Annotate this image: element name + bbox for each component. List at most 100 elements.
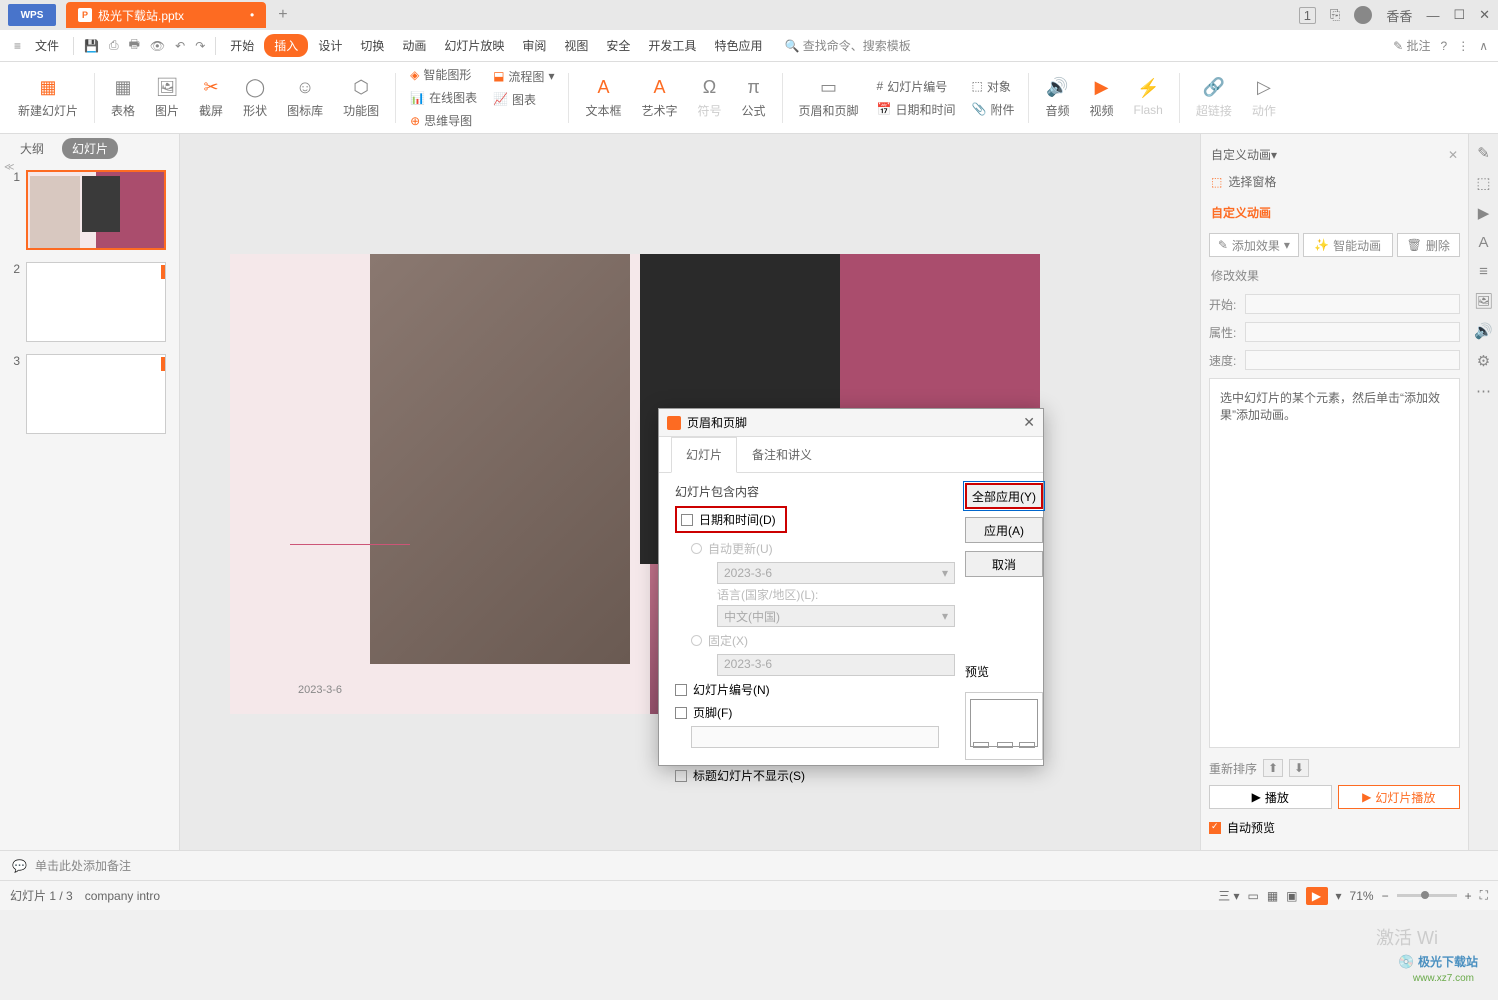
add-effect-button[interactable]: ✎添加效果▾ bbox=[1209, 233, 1299, 257]
datetime-button[interactable]: 📅日期和时间 bbox=[871, 99, 962, 120]
dialog-tab-slide[interactable]: 幻灯片 bbox=[671, 437, 737, 473]
close-button[interactable]: ✕ bbox=[1479, 7, 1490, 23]
zoom-out-button[interactable]: − bbox=[1382, 889, 1389, 903]
apply-button[interactable]: 应用(A) bbox=[965, 517, 1043, 543]
picture-button[interactable]: 🖼图片 bbox=[147, 69, 187, 127]
fit-button[interactable]: ⛶ bbox=[1480, 888, 1488, 903]
slideshow-play-button[interactable]: ▶幻灯片播放 bbox=[1338, 785, 1461, 809]
tab-slide[interactable]: 幻灯片 bbox=[62, 138, 118, 159]
dialog-titlebar[interactable]: 页眉和页脚 ✕ bbox=[659, 409, 1043, 437]
audio-button[interactable]: 🔊音频 bbox=[1037, 69, 1077, 127]
slideshow-button[interactable]: ▶ bbox=[1306, 887, 1328, 905]
play-button[interactable]: ▶播放 bbox=[1209, 785, 1332, 809]
chart-button[interactable]: 📈图表 bbox=[487, 89, 560, 110]
start-combo[interactable] bbox=[1245, 294, 1460, 314]
checkbox-icon[interactable] bbox=[681, 514, 693, 526]
textbox-button[interactable]: A文本框 bbox=[577, 69, 629, 127]
minimize-button[interactable]: — bbox=[1426, 8, 1439, 23]
apply-all-button[interactable]: 全部应用(Y) bbox=[965, 483, 1043, 509]
speed-combo[interactable] bbox=[1245, 350, 1460, 370]
wps-logo[interactable]: WPS bbox=[8, 4, 56, 26]
menu-design[interactable]: 设计 bbox=[310, 33, 350, 58]
save-icon[interactable]: 💾 bbox=[80, 35, 103, 57]
menu-slideshow[interactable]: 幻灯片放映 bbox=[436, 33, 512, 58]
header-footer-button[interactable]: ▭页眉和页脚 bbox=[791, 69, 867, 127]
collapse-ribbon-icon[interactable]: ∧ bbox=[1479, 39, 1488, 53]
auto-preview-checkbox[interactable]: 自动预览 bbox=[1209, 813, 1460, 842]
mindmap-button[interactable]: ⊕思维导图 bbox=[404, 110, 483, 131]
smartart-button[interactable]: ◈智能图形 bbox=[404, 64, 483, 85]
menu-transition[interactable]: 切换 bbox=[352, 33, 392, 58]
wordart-button[interactable]: A艺术字 bbox=[633, 69, 685, 127]
attachment-button[interactable]: 📎附件 bbox=[966, 99, 1021, 120]
smart-anim-button[interactable]: ✨智能动画 bbox=[1303, 233, 1393, 257]
notes-area[interactable]: 💬 单击此处添加备注 bbox=[0, 850, 1498, 880]
menu-file[interactable]: 文件 bbox=[27, 33, 67, 58]
dialog-close-button[interactable]: ✕ bbox=[1023, 414, 1035, 431]
print-preview-icon[interactable]: 👁 bbox=[146, 35, 169, 57]
datetime-checkbox[interactable]: 日期和时间(D) bbox=[675, 506, 787, 533]
slidenum-button[interactable]: #幻灯片编号 bbox=[871, 76, 962, 97]
maximize-button[interactable]: ☐ bbox=[1453, 7, 1465, 23]
tool-settings-icon[interactable]: ⚙ bbox=[1477, 352, 1490, 370]
menu-special[interactable]: 特色应用 bbox=[706, 33, 770, 58]
thumbnail-3[interactable]: 3 bbox=[8, 354, 171, 434]
flowchart-button[interactable]: ⬓流程图 ▾ bbox=[487, 66, 560, 87]
more-icon[interactable]: ⋮ bbox=[1457, 39, 1469, 53]
view-reading-icon[interactable]: ▣ bbox=[1286, 889, 1297, 903]
search-commands[interactable]: 🔍 查找命令、搜索模板 bbox=[784, 37, 910, 54]
tool-more-icon[interactable]: ⋯ bbox=[1476, 382, 1491, 400]
gift-icon[interactable]: ⎘ bbox=[1330, 7, 1340, 23]
select-pane-button[interactable]: ⬚选择窗格 bbox=[1209, 167, 1460, 196]
delete-button[interactable]: 🗑删除 bbox=[1397, 233, 1460, 257]
tool-image-icon[interactable]: 🖼 bbox=[1474, 292, 1493, 310]
tool-transition-icon[interactable]: ▶ bbox=[1478, 204, 1490, 222]
print-icon[interactable]: 🖶 bbox=[125, 31, 144, 60]
formula-button[interactable]: π公式 bbox=[734, 69, 774, 127]
noshow-checkbox[interactable]: 标题幻灯片不显示(S) bbox=[675, 764, 955, 787]
footer-checkbox[interactable]: 页脚(F) bbox=[675, 701, 955, 724]
zoom-in-button[interactable]: + bbox=[1465, 889, 1472, 903]
zoom-value[interactable]: 71% bbox=[1350, 889, 1374, 903]
menu-start[interactable]: 开始 bbox=[222, 33, 262, 58]
video-button[interactable]: ▶视频 bbox=[1082, 69, 1122, 127]
tool-audio-icon[interactable]: 🔊 bbox=[1474, 322, 1493, 340]
notes-toggle-icon[interactable]: 三 ▾ bbox=[1218, 887, 1239, 904]
prop-combo[interactable] bbox=[1245, 322, 1460, 342]
iconlib-button[interactable]: ☺图标库 bbox=[279, 69, 331, 127]
cancel-button[interactable]: 取消 bbox=[965, 551, 1043, 577]
canvas-area[interactable]: 2023-3-6 页眉和页脚 ✕ 幻灯片 备注和讲义 幻灯片包含内容 日期和时间… bbox=[180, 134, 1200, 850]
file-tab[interactable]: P 极光下载站.pptx • bbox=[66, 2, 266, 28]
tool-layers-icon[interactable]: ⬚ bbox=[1476, 174, 1490, 192]
save-as-icon[interactable]: ⎙ bbox=[105, 34, 123, 57]
new-tab-button[interactable]: + bbox=[278, 6, 287, 24]
view-sorter-icon[interactable]: ▦ bbox=[1267, 889, 1278, 903]
move-down-button[interactable]: ⬇ bbox=[1289, 759, 1309, 777]
slidenum-checkbox[interactable]: 幻灯片编号(N) bbox=[675, 678, 955, 701]
dialog-tab-notes[interactable]: 备注和讲义 bbox=[737, 437, 827, 472]
menu-review[interactable]: 审阅 bbox=[514, 33, 554, 58]
new-slide-button[interactable]: ▦新建幻灯片 bbox=[10, 69, 86, 127]
tool-stylus-icon[interactable]: ✎ bbox=[1477, 144, 1490, 162]
thumbnail-1[interactable]: 1 bbox=[8, 170, 171, 250]
move-up-button[interactable]: ⬆ bbox=[1263, 759, 1283, 777]
menu-insert[interactable]: 插入 bbox=[264, 34, 308, 57]
menu-animation[interactable]: 动画 bbox=[394, 33, 434, 58]
undo-icon[interactable]: ↶ bbox=[171, 35, 189, 57]
object-button[interactable]: ⬚对象 bbox=[966, 76, 1021, 97]
help-button[interactable]: ? bbox=[1441, 39, 1448, 53]
panel-close-icon[interactable]: ✕ bbox=[1448, 148, 1458, 162]
badge-icon[interactable]: 1 bbox=[1299, 7, 1316, 24]
redo-icon[interactable]: ↷ bbox=[191, 35, 209, 57]
onlinechart-button[interactable]: 📊在线图表 bbox=[404, 87, 483, 108]
funcpic-button[interactable]: ⬡功能图 bbox=[335, 69, 387, 127]
menu-security[interactable]: 安全 bbox=[598, 33, 638, 58]
table-button[interactable]: ▦表格 bbox=[103, 69, 143, 127]
view-normal-icon[interactable]: ▭ bbox=[1247, 889, 1258, 903]
thumbnail-2[interactable]: 2 bbox=[8, 262, 171, 342]
comment-button[interactable]: ✎ 批注 bbox=[1393, 37, 1430, 54]
tool-align-icon[interactable]: ≡ bbox=[1479, 263, 1488, 280]
tool-font-icon[interactable]: A bbox=[1478, 234, 1488, 251]
hamburger-icon[interactable]: ≡ bbox=[10, 35, 25, 57]
collapse-icon[interactable]: ≪ bbox=[4, 162, 14, 173]
